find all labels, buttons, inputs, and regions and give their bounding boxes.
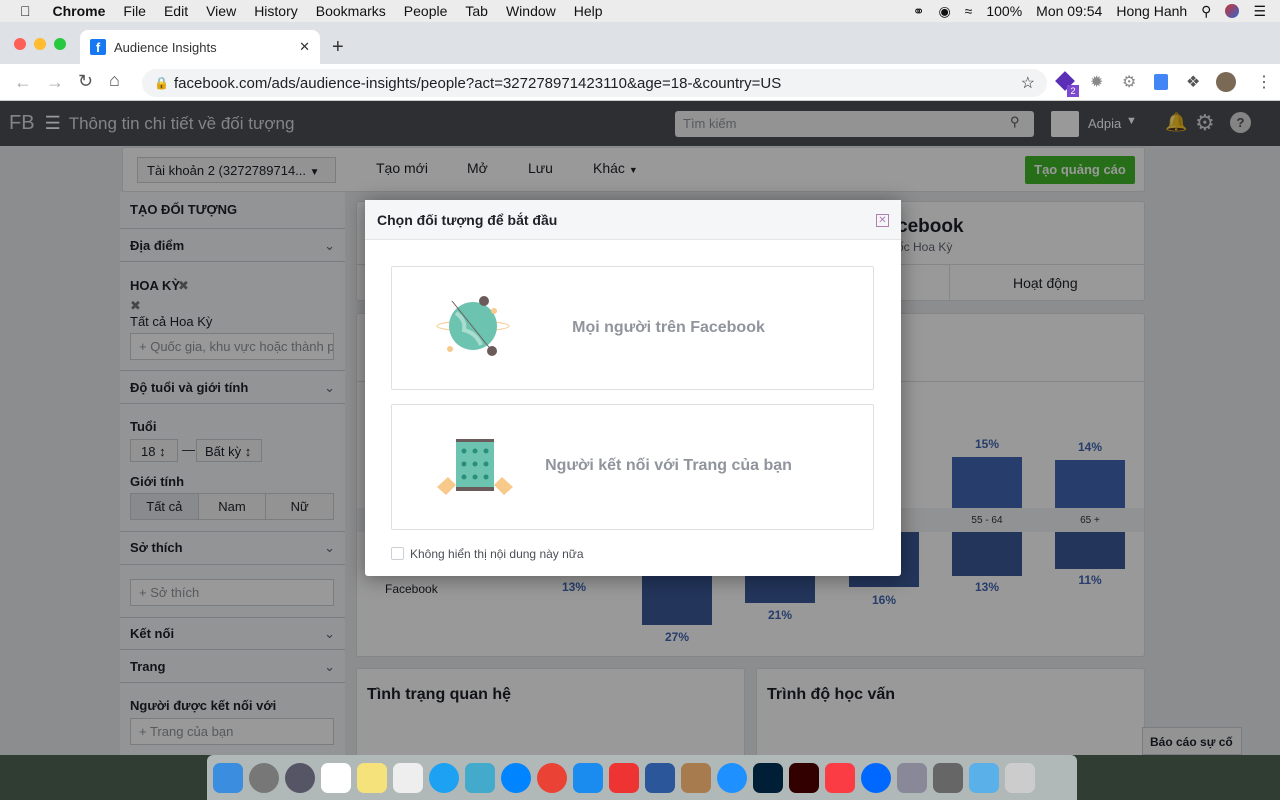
shield-icon[interactable]: ◉ <box>938 3 950 20</box>
clock[interactable]: Mon 09:54 <box>1036 3 1102 19</box>
contacts-icon[interactable] <box>681 762 711 793</box>
word-icon[interactable] <box>645 762 675 793</box>
settings-extension-icon[interactable]: ⚙ <box>1122 72 1136 92</box>
messages-icon[interactable] <box>465 762 495 793</box>
seoquake-icon[interactable]: ✹ <box>1090 72 1103 92</box>
siri-icon[interactable] <box>1225 4 1240 18</box>
url-bar[interactable]: 🔒 facebook.com/ads/audience-insights/peo… <box>142 69 1047 97</box>
menu-help[interactable]: Help <box>574 3 603 19</box>
dialog-title: Chọn đối tượng để bắt đầu <box>365 200 901 240</box>
notes-icon[interactable] <box>357 762 387 793</box>
calendar-icon[interactable] <box>321 762 351 793</box>
spotlight-icon[interactable]: ⚲ <box>1201 3 1211 20</box>
back-icon[interactable]: ← <box>14 72 32 93</box>
chrome-icon[interactable] <box>537 762 567 793</box>
skype-icon[interactable] <box>429 762 459 793</box>
url-text: facebook.com/ads/audience-insights/peopl… <box>174 74 782 92</box>
apple-icon[interactable]:  <box>20 3 31 19</box>
music-icon[interactable] <box>825 762 855 793</box>
launchpad-icon[interactable] <box>285 762 315 793</box>
bookmark-star-icon[interactable]: ☆ <box>1021 73 1035 93</box>
option-page-connections-label: Người kết nối với Trang của bạn <box>545 457 792 474</box>
forward-icon[interactable]: → <box>46 72 64 93</box>
dock <box>207 755 1077 800</box>
trash-icon[interactable] <box>1005 762 1035 793</box>
menu-bookmarks[interactable]: Bookmarks <box>316 3 386 19</box>
menu-people[interactable]: People <box>404 3 448 19</box>
dont-show-label[interactable]: Không hiển thị nội dung này nữa <box>410 547 584 561</box>
option-page-connections[interactable]: Người kết nối với Trang của bạn <box>391 404 874 530</box>
home-icon[interactable]: ⌂ <box>109 70 120 91</box>
safari-icon[interactable] <box>717 762 747 793</box>
extensions-puzzle-icon[interactable]: ❖ <box>1186 72 1200 92</box>
option-everyone-label: Mọi người trên Facebook <box>572 319 765 336</box>
messenger-icon[interactable] <box>501 762 531 793</box>
option-everyone-on-facebook[interactable]: Mọi người trên Facebook <box>391 266 874 390</box>
notification-center-icon[interactable]: ☰ <box>1253 3 1266 20</box>
finder-icon[interactable] <box>213 762 243 793</box>
tab-audience-insights[interactable]: f Audience Insights ✕ <box>80 30 320 64</box>
chrome-menu-icon[interactable]: ⋮ <box>1256 72 1272 92</box>
menu-tab[interactable]: Tab <box>465 3 488 19</box>
wifi-icon[interactable]: ≈ <box>965 3 973 19</box>
tab-title: Audience Insights <box>114 39 217 55</box>
maximize-window-button[interactable] <box>54 38 66 50</box>
extension-badge: 2 <box>1067 85 1079 97</box>
downloads-folder-icon[interactable] <box>969 762 999 793</box>
menu-edit[interactable]: Edit <box>164 3 188 19</box>
creative-cloud-icon[interactable]: ⚭ <box>913 3 925 20</box>
calculator-icon[interactable] <box>933 762 963 793</box>
facebook-favicon-icon: f <box>90 39 106 55</box>
system-preferences-icon[interactable] <box>249 762 279 793</box>
profile-avatar[interactable] <box>1216 72 1236 92</box>
menu-app[interactable]: Chrome <box>53 3 106 19</box>
zalo-icon[interactable] <box>861 762 891 793</box>
google-translate-icon[interactable] <box>1154 74 1168 90</box>
preview-icon[interactable] <box>897 762 927 793</box>
close-dialog-icon[interactable]: ✕ <box>876 214 889 227</box>
menu-view[interactable]: View <box>206 3 236 19</box>
battery-text[interactable]: 100% <box>986 3 1022 19</box>
close-window-button[interactable] <box>14 38 26 50</box>
choose-audience-dialog: Chọn đối tượng để bắt đầu ✕ Mọi người tr… <box>365 200 901 576</box>
minimize-window-button[interactable] <box>34 38 46 50</box>
lock-icon: 🔒 <box>154 76 169 90</box>
menu-file[interactable]: File <box>123 3 146 19</box>
reload-icon[interactable]: ↻ <box>78 71 93 92</box>
new-tab-button[interactable]: + <box>332 36 344 59</box>
close-tab-icon[interactable]: ✕ <box>299 39 310 55</box>
illustrator-icon[interactable] <box>789 762 819 793</box>
menu-window[interactable]: Window <box>506 3 556 19</box>
mac-menu-bar:  Chrome File Edit View History Bookmark… <box>0 0 1280 22</box>
photoshop-icon[interactable] <box>753 762 783 793</box>
user-name[interactable]: Hong Hanh <box>1116 3 1187 19</box>
app-store-icon[interactable] <box>573 762 603 793</box>
xmind-icon[interactable] <box>609 762 639 793</box>
reminders-icon[interactable] <box>393 762 423 793</box>
menu-history[interactable]: History <box>254 3 298 19</box>
dont-show-checkbox[interactable] <box>391 547 404 560</box>
